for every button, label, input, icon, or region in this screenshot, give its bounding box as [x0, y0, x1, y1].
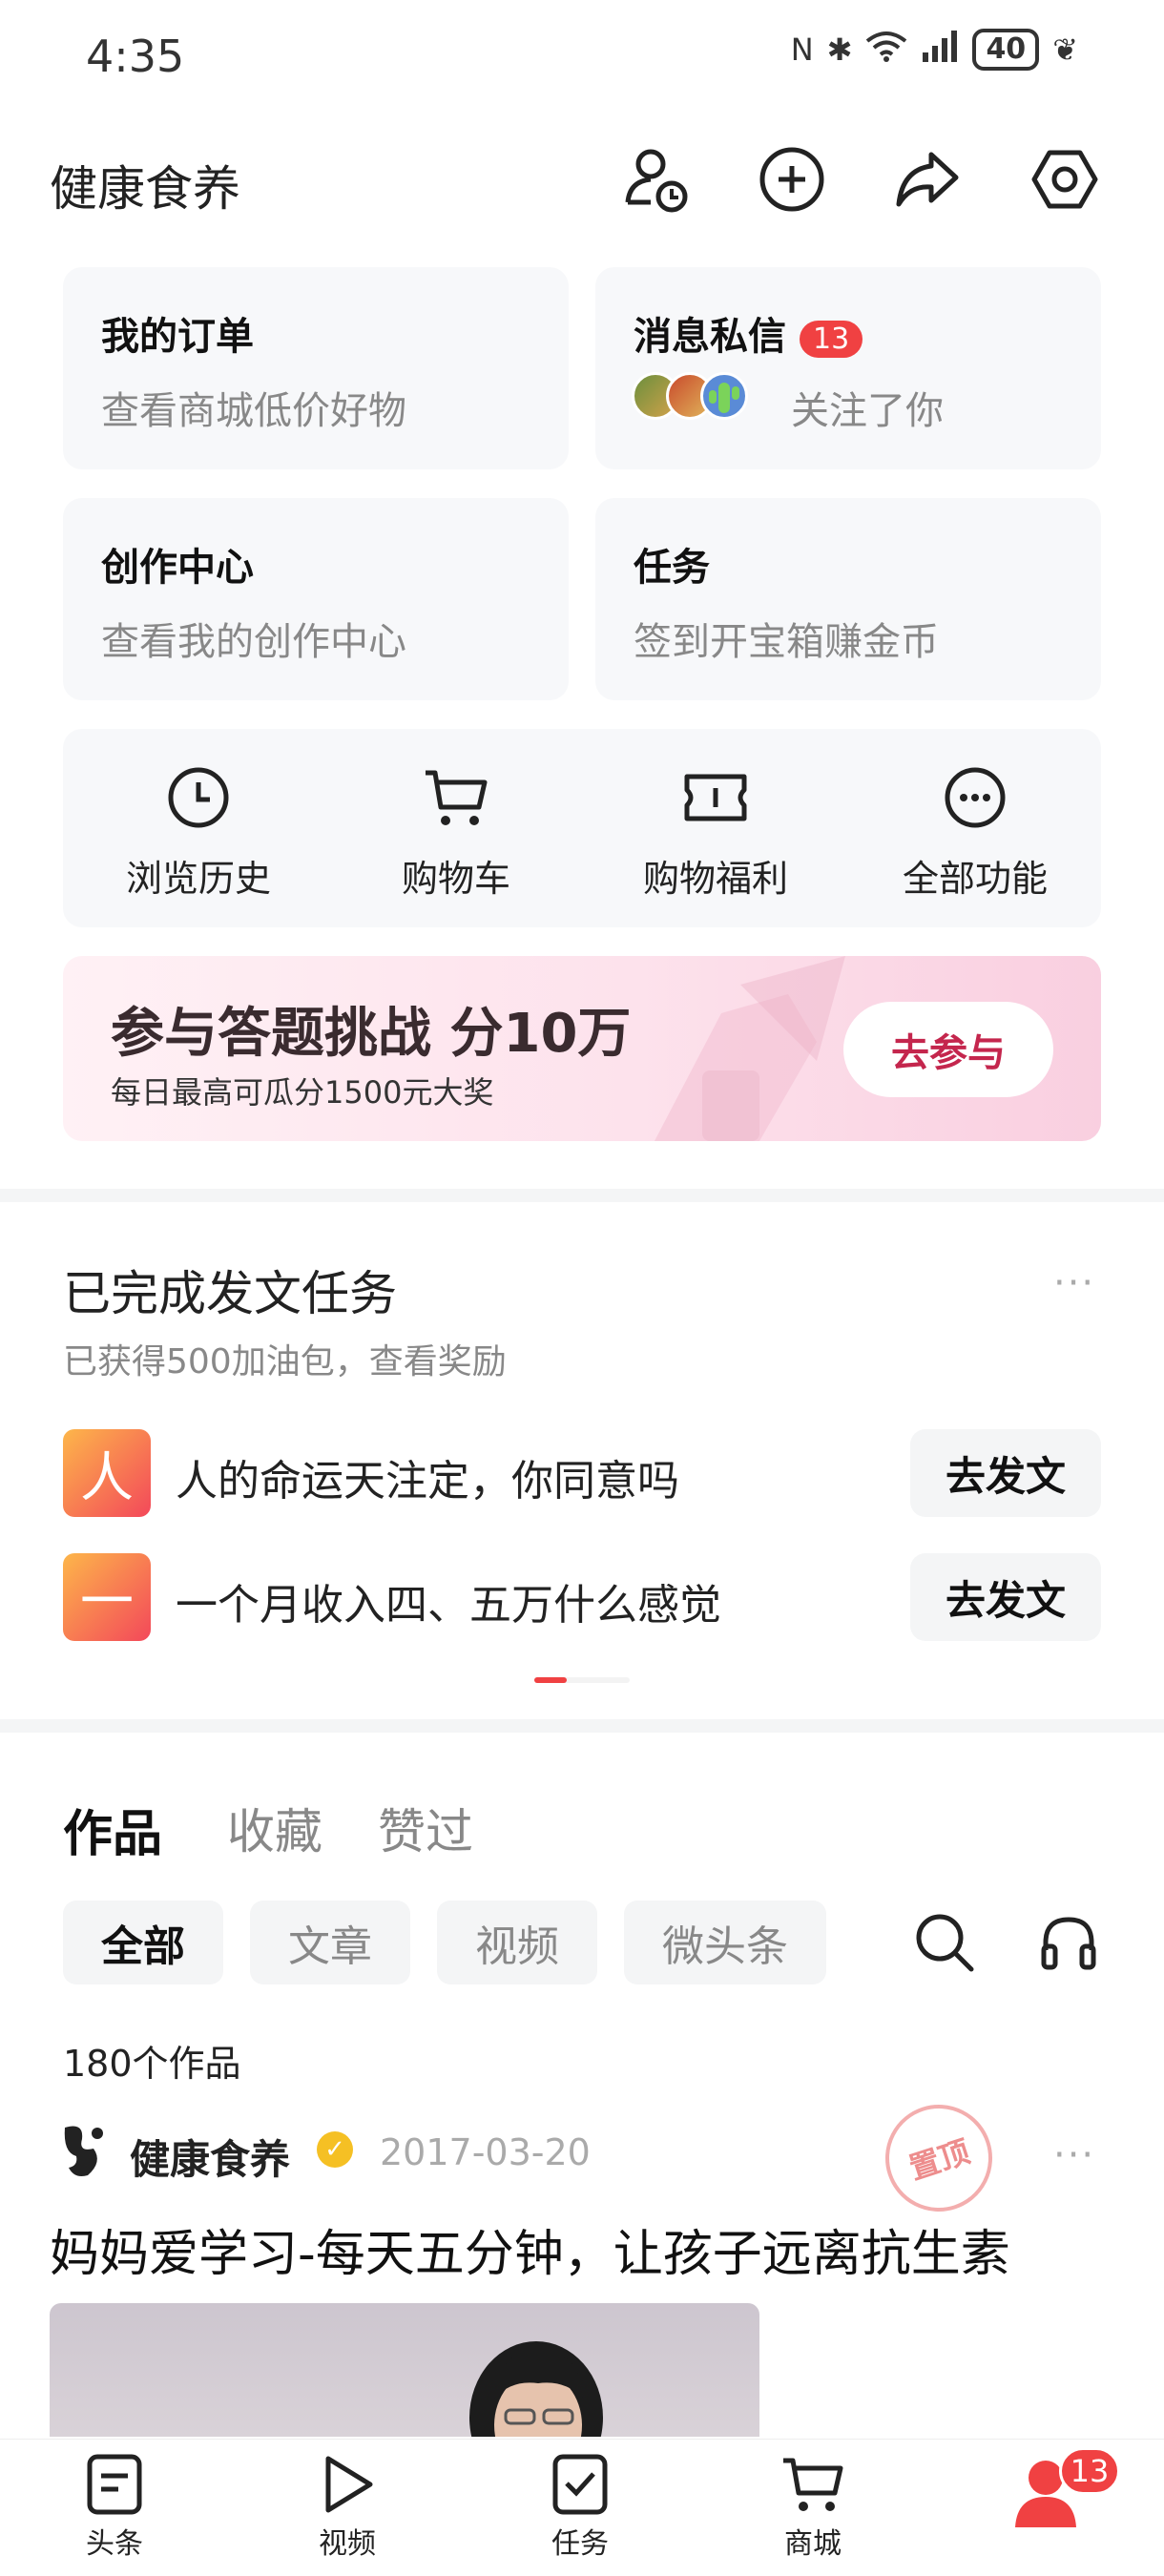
more-options-icon[interactable]: ··· [1053, 1261, 1095, 1305]
nfc-icon: N [790, 31, 814, 68]
chip-micro-posts[interactable]: 微头条 [624, 1901, 826, 1984]
avatar [700, 372, 748, 420]
post-title[interactable]: 妈妈爱学习-每天五分钟，让孩子远离抗生素 [50, 2213, 1010, 2285]
ticket-icon [684, 774, 747, 821]
quiz-challenge-banner[interactable]: 参与答题挑战 分10万 每日最高可瓜分1500元大奖 去参与 [63, 956, 1101, 1141]
post-more-icon[interactable]: ··· [1053, 2133, 1095, 2177]
play-icon [325, 2456, 373, 2513]
nav-tasks[interactable]: 任务 [494, 2440, 666, 2576]
visitor-icon[interactable] [620, 143, 693, 216]
task-topic-icon: 一 [63, 1553, 151, 1641]
headphones-icon[interactable] [1038, 1912, 1099, 1977]
chip-articles[interactable]: 文章 [250, 1901, 410, 1984]
orders-title: 我的订单 [101, 315, 254, 359]
quick-functions: 浏览历史 购物车 购物福利 全部功能 [63, 729, 1101, 927]
tasks-card[interactable]: 任务 签到开宝箱赚金币 [595, 498, 1101, 700]
join-button[interactable]: 去参与 [843, 1002, 1053, 1097]
cart-icon [783, 2458, 843, 2511]
tasks-title: 任务 [634, 546, 710, 590]
banner-title: 参与答题挑战 分10万 [111, 1003, 632, 1065]
nav-tasks-label: 任务 [551, 2527, 609, 2561]
carousel-indicator-active [534, 1677, 567, 1683]
task-topic-icon: 人 [63, 1429, 151, 1517]
signal-icon [921, 30, 959, 70]
cart-icon [426, 770, 488, 825]
banner-subtitle: 每日最高可瓜分1500元大奖 [111, 1074, 494, 1111]
post-author[interactable]: 健康食养 [130, 2128, 290, 2186]
tab-favorites[interactable]: 收藏 [227, 1794, 322, 1862]
task-section-title: 已完成发文任务 [63, 1266, 397, 1321]
wifi-icon [865, 30, 907, 70]
shopping-benefits-button[interactable]: 购物福利 [592, 729, 840, 927]
status-icons: N ✱ 40 ❦ [791, 29, 1078, 71]
post-date: 2017-03-20 [380, 2131, 591, 2173]
nav-mall[interactable]: 商城 [727, 2440, 899, 2576]
bottom-nav: 头条 视频 任务 商城 13 [0, 2439, 1164, 2576]
battery-icon: 40 [972, 29, 1040, 71]
nav-video-label: 视频 [319, 2527, 376, 2561]
nav-mall-label: 商城 [784, 2527, 842, 2561]
chip-videos[interactable]: 视频 [437, 1901, 597, 1984]
page-title: 健康食养 [50, 161, 240, 217]
messages-badge: 13 [800, 320, 863, 358]
more-icon [945, 767, 1006, 828]
settings-icon[interactable] [1029, 143, 1101, 216]
status-time: 4:35 [86, 31, 185, 82]
list-item: 一 一个月收入四、五万什么感觉 去发文 [63, 1553, 1101, 1641]
article-icon [87, 2454, 142, 2515]
tasks-sub: 签到开宝箱赚金币 [634, 620, 939, 664]
nav-headlines[interactable]: 头条 [29, 2440, 200, 2576]
browse-history-label: 浏览历史 [125, 858, 271, 900]
list-item: 人 人的命运天注定，你同意吗 去发文 [63, 1429, 1101, 1517]
messages-title: 消息私信 [634, 315, 786, 359]
creator-title: 创作中心 [101, 546, 254, 590]
post-thumbnail[interactable] [50, 2303, 759, 2437]
works-count: 180个作品 [63, 2043, 241, 2085]
nav-me-badge: 13 [1059, 2447, 1120, 2495]
search-icon[interactable] [912, 1910, 977, 1979]
section-divider [0, 1719, 1164, 1733]
browse-history-button[interactable]: 浏览历史 [74, 729, 322, 927]
person-photo [469, 2341, 603, 2437]
tab-works[interactable]: 作品 [63, 1794, 162, 1865]
carousel-indicator [534, 1677, 630, 1683]
messages-card[interactable]: 消息私信 13 关注了你 [595, 267, 1101, 469]
section-divider [0, 1189, 1164, 1202]
creator-sub: 查看我的创作中心 [101, 620, 406, 664]
creator-center-card[interactable]: 创作中心 查看我的创作中心 [63, 498, 569, 700]
leaf-icon: ❦ [1052, 31, 1078, 68]
tab-liked[interactable]: 赞过 [378, 1794, 473, 1862]
post-article-button[interactable]: 去发文 [910, 1429, 1101, 1517]
my-orders-card[interactable]: 我的订单 查看商城低价好物 [63, 267, 569, 469]
nav-headlines-label: 头条 [86, 2527, 143, 2561]
task-check-icon [552, 2454, 608, 2515]
shopping-benefits-label: 购物福利 [642, 858, 788, 900]
chip-all[interactable]: 全部 [63, 1901, 223, 1984]
verified-icon: ✓ [317, 2131, 353, 2168]
bluetooth-icon: ✱ [826, 31, 853, 68]
share-icon[interactable] [891, 143, 964, 216]
task-topic-text: 一个月收入四、五万什么感觉 [176, 1581, 721, 1630]
task-section-subtitle[interactable]: 已获得500加油包，查看奖励 [63, 1334, 507, 1383]
nav-video[interactable]: 视频 [261, 2440, 433, 2576]
messages-title-wrap: 消息私信 13 [634, 305, 863, 361]
cart-button[interactable]: 购物车 [332, 729, 580, 927]
all-functions-label: 全部功能 [902, 858, 1048, 900]
author-avatar[interactable] [55, 2120, 109, 2181]
pinned-stamp: 置顶 [871, 2090, 1007, 2226]
add-icon[interactable] [756, 143, 828, 216]
post-article-button[interactable]: 去发文 [910, 1553, 1101, 1641]
all-functions-button[interactable]: 全部功能 [851, 729, 1099, 927]
orders-sub: 查看商城低价好物 [101, 389, 406, 433]
clock-icon [168, 767, 229, 828]
cart-label: 购物车 [401, 858, 510, 900]
messages-sub: 关注了你 [791, 389, 944, 433]
task-topic-text: 人的命运天注定，你同意吗 [176, 1457, 679, 1506]
